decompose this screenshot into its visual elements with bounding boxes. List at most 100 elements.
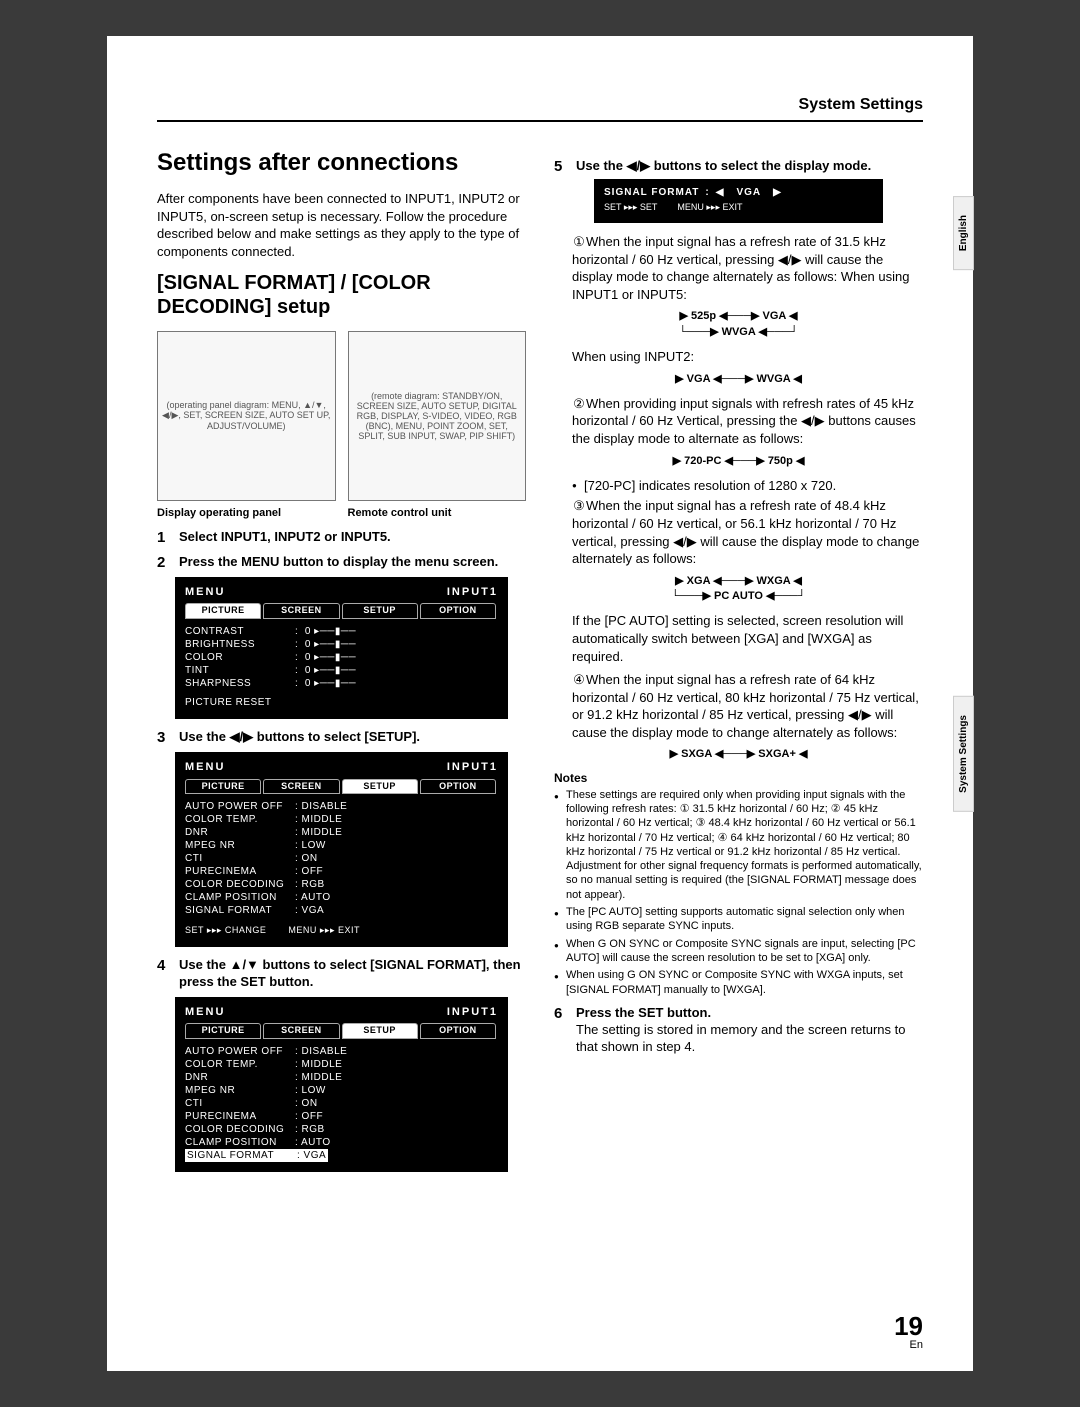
osd2-row: AUTO POWER OFF: DISABLE [185, 800, 498, 813]
sig-left-arrow-icon: ◀ [716, 187, 725, 198]
osd-picture-menu: MENUINPUT1 PICTURE SCREEN SETUP OPTION C… [175, 577, 508, 720]
osd3-row: CTI: ON [185, 1097, 498, 1110]
osd2-row: PURECINEMA: OFF [185, 865, 498, 878]
osd2-row: COLOR TEMP.: MIDDLE [185, 813, 498, 826]
step-5: 5 Use the ◀/▶ buttons to select the disp… [554, 158, 923, 175]
step-2: 2 Press the MENU button to display the m… [157, 554, 526, 571]
right-column: 5 Use the ◀/▶ buttons to select the disp… [554, 150, 923, 1182]
bullet-720pc: [720-PC] indicates resolution of 1280 x … [572, 477, 923, 495]
sig-foot-r: MENU ▸▸▸ EXIT [677, 202, 742, 213]
para-3b: If the [PC AUTO] setting is selected, sc… [572, 612, 923, 665]
step-2-num: 2 [157, 554, 171, 571]
note-item: When G ON SYNC or Composite SYNC signals… [554, 937, 923, 966]
osd2-foot-r: MENU ▸▸▸ EXIT [288, 925, 360, 937]
para-2: ②When providing input signals with refre… [572, 395, 923, 448]
header-rule [157, 120, 923, 122]
osd1-r4: SHARPNESS [185, 677, 295, 690]
step-1-num: 1 [157, 529, 171, 546]
step-1: 1 Select INPUT1, INPUT2 or INPUT5. [157, 529, 526, 546]
slider-icon [305, 651, 356, 664]
para-4-text: When the input signal has a refresh rate… [572, 672, 919, 740]
osd2-row: CTI: ON [185, 852, 498, 865]
notes-list: These settings are required only when pr… [554, 788, 923, 997]
osd1-reset: PICTURE RESET [185, 696, 498, 709]
osd3-tab-screen: SCREEN [263, 1023, 339, 1039]
sig-right-arrow-icon: ▶ [773, 187, 782, 198]
osd-setup-menu: MENUINPUT1 PICTURE SCREEN SETUP OPTION A… [175, 752, 508, 947]
h2-signal-format-color-decoding: [SIGNAL FORMAT] / [COLOR DECODING] setup [157, 271, 526, 319]
osd1-tab-setup: SETUP [342, 603, 418, 619]
osd1-tab-picture: PICTURE [185, 603, 261, 619]
page-number: 19 En [894, 1313, 923, 1351]
osd-setup-menu-highlighted: MENUINPUT1 PICTURE SCREEN SETUP OPTION A… [175, 997, 508, 1172]
section-header: System Settings [157, 96, 923, 114]
para-2-text: When providing input signals with refres… [572, 396, 916, 446]
step-5-num: 5 [554, 158, 568, 175]
step-3-num: 3 [157, 729, 171, 746]
page-number-value: 19 [894, 1313, 923, 1339]
osd2-row: COLOR DECODING: RGB [185, 878, 498, 891]
osd1-tab-screen: SCREEN [263, 603, 339, 619]
para-4: ④When the input signal has a refresh rat… [572, 671, 923, 741]
osd-signal-format: SIGNAL FORMAT : ◀ VGA ▶ SET ▸▸▸ SETMENU … [594, 179, 883, 223]
para-1-text: When the input signal has a refresh rate… [572, 234, 909, 302]
intro-paragraph: After components have been connected to … [157, 190, 526, 260]
osd1-r1: BRIGHTNESS [185, 638, 295, 651]
osd2-row: DNR: MIDDLE [185, 826, 498, 839]
diagrams: (operating panel diagram: MENU, ▲/▼, ◀/▶… [157, 331, 526, 501]
osd3-menu: MENU [185, 1005, 225, 1019]
osd2-foot-l: SET ▸▸▸ CHANGE [185, 925, 266, 937]
para-1b: When using INPUT2: [572, 348, 923, 366]
slider-icon [305, 664, 356, 677]
manual-page: System Settings English System Settings … [107, 36, 973, 1371]
osd2-tab-option: OPTION [420, 779, 496, 795]
step-2-text: Press the MENU button to display the men… [179, 554, 526, 571]
flow-3: ▶ XGA ◀───▶ WXGA ◀ └───▶ PC AUTO ◀───┘ [584, 574, 893, 605]
step-3: 3 Use the ◀/▶ buttons to select [SETUP]. [157, 729, 526, 746]
step-6-num: 6 [554, 1005, 568, 1056]
caption-remote: Remote control unit [348, 507, 527, 519]
osd3-row: COLOR TEMP.: MIDDLE [185, 1058, 498, 1071]
osd3-row: CLAMP POSITION: AUTO [185, 1136, 498, 1149]
h1-settings-after-connections: Settings after connections [157, 150, 526, 176]
para-3: ③When the input signal has a refresh rat… [572, 497, 923, 567]
osd2-row: CLAMP POSITION: AUTO [185, 891, 498, 904]
osd1-r3: TINT [185, 664, 295, 677]
step-4: 4 Use the ▲/▼ buttons to select [SIGNAL … [157, 957, 526, 991]
note-item: These settings are required only when pr… [554, 788, 923, 902]
osd2-row: SIGNAL FORMAT: VGA [185, 904, 498, 917]
osd1-r0: CONTRAST [185, 625, 295, 638]
osd3-row: DNR: MIDDLE [185, 1071, 498, 1084]
osd2-row: MPEG NR: LOW [185, 839, 498, 852]
side-tab-section: System Settings [953, 696, 974, 812]
step-6-after: The setting is stored in memory and the … [576, 1022, 906, 1054]
osd3-tab-picture: PICTURE [185, 1023, 261, 1039]
step-4-text: Use the ▲/▼ buttons to select [SIGNAL FO… [179, 957, 526, 991]
step-3-text: Use the ◀/▶ buttons to select [SETUP]. [179, 729, 526, 746]
flow-4: ▶ SXGA ◀───▶ SXGA+ ◀ [584, 747, 893, 762]
slider-icon [305, 625, 356, 638]
notes-heading: Notes [554, 771, 923, 785]
note-item: When using G ON SYNC or Composite SYNC w… [554, 968, 923, 997]
osd2-menu: MENU [185, 760, 225, 774]
step-5-text: Use the ◀/▶ buttons to select the displa… [576, 158, 923, 175]
sig-sep: : [705, 187, 709, 198]
osd1-menu: MENU [185, 585, 225, 599]
slider-icon [305, 677, 356, 690]
para-1: ①When the input signal has a refresh rat… [572, 233, 923, 303]
osd3-row: COLOR DECODING: RGB [185, 1123, 498, 1136]
osd3-input: INPUT1 [447, 1005, 498, 1019]
diagram-remote-control: (remote diagram: STANDBY/ON, SCREEN SIZE… [348, 331, 527, 501]
step-6: 6 Press the SET button.The setting is st… [554, 1005, 923, 1056]
side-tab-language: English [953, 196, 974, 270]
step-4-num: 4 [157, 957, 171, 991]
osd3-tab-option: OPTION [420, 1023, 496, 1039]
diagram-operating-panel: (operating panel diagram: MENU, ▲/▼, ◀/▶… [157, 331, 336, 501]
diagram-captions: Display operating panel Remote control u… [157, 507, 526, 519]
caption-operating-panel: Display operating panel [157, 507, 336, 519]
osd1-input: INPUT1 [447, 585, 498, 599]
slider-icon [305, 638, 356, 651]
osd3-row: SIGNAL FORMAT: VGA [185, 1149, 498, 1162]
sig-foot-l: SET ▸▸▸ SET [604, 202, 657, 213]
page-number-lang: En [910, 1339, 923, 1351]
